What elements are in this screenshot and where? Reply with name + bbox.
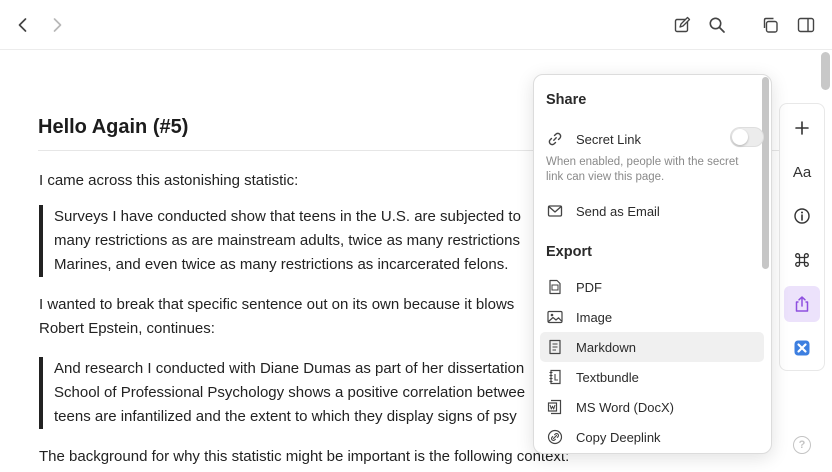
markdown-file-icon [546,338,564,356]
secret-link-description: When enabled, people with the secret lin… [546,156,739,183]
export-heading: Export [546,244,592,260]
paragraph: I came across this astonishing statistic… [39,172,299,189]
command-button[interactable] [784,242,820,278]
toggle-sidebar-button[interactable] [793,12,819,38]
popover-scrollbar[interactable] [762,77,769,269]
export-textbundle-label: Textbundle [576,369,639,385]
paragraph: The background for why this statistic mi… [39,448,570,465]
export-markdown-item[interactable]: Markdown [540,332,764,362]
blockquote-line: Marines, and even twice as many restrict… [54,256,509,273]
add-button[interactable] [784,110,820,146]
word-file-icon [546,398,564,416]
app-badge-icon [794,340,810,356]
secret-link-label: Secret Link [576,131,642,147]
pdf-file-icon [546,278,564,296]
back-button[interactable] [10,12,36,38]
export-image-item[interactable]: Image [540,302,764,332]
top-toolbar [0,0,832,50]
blockquote-line: teens are infantilized and the extent to… [54,408,517,425]
export-image-label: Image [576,309,613,325]
toggle-knob [732,129,748,145]
blockquote: And research I conducted with Diane Duma… [39,357,525,429]
search-icon [709,17,725,33]
chevron-left-icon [18,18,27,32]
search-button[interactable] [704,12,730,38]
share-icon [795,296,809,312]
export-docx-label: MS Word (DocX) [576,399,674,415]
blockquote-line: School of Professional Psychology shows … [54,384,526,401]
blockquote-line: Surveys I have conducted show that teens… [54,208,521,225]
blockquote-line: many restrictions as are mainstream adul… [54,232,520,249]
link-icon [546,130,564,148]
forward-button[interactable] [44,12,70,38]
export-markdown-label: Markdown [576,339,636,355]
plus-icon [795,121,809,135]
typography-button[interactable]: Aa [784,154,820,190]
copy-deeplink-label: Copy Deeplink [576,429,661,445]
mail-icon [546,202,564,220]
command-icon [795,253,809,267]
duplicate-window-button[interactable] [757,12,783,38]
send-as-email-item[interactable]: Send as Email [540,196,764,226]
help-button[interactable]: ? [793,436,811,454]
blockquote: Surveys I have conducted show that teens… [39,205,521,277]
copy-deeplink-item[interactable]: Copy Deeplink [540,422,764,452]
chevron-right-icon [53,18,62,32]
link-icon [546,428,564,446]
editor-scrollbar[interactable] [821,52,830,90]
side-actions-panel: Aa [779,103,825,371]
paragraph-line: Robert Epstein, continues: [39,320,215,337]
export-pdf-item[interactable]: PDF [540,272,764,302]
textbundle-icon [546,368,564,386]
blockquote-line: And research I conducted with Diane Duma… [54,360,525,377]
share-popover: Share Secret Link When enabled, people w… [533,74,772,454]
note-title: Hello Again (#5) [38,116,189,138]
info-icon [794,208,810,224]
export-textbundle-item[interactable]: Textbundle [540,362,764,392]
paragraph-line: I wanted to break that specific sentence… [39,296,515,313]
export-pdf-label: PDF [576,279,602,295]
copy-windows-icon [763,17,778,33]
compose-icon [674,16,691,33]
export-docx-item[interactable]: MS Word (DocX) [540,392,764,422]
send-as-email-label: Send as Email [576,203,660,219]
secret-link-toggle[interactable] [730,127,764,147]
font-icon: Aa [792,163,812,181]
share-heading: Share [546,92,587,108]
new-note-button[interactable] [669,12,695,38]
info-button[interactable] [784,198,820,234]
app-extension-button[interactable] [784,330,820,366]
sidebar-icon [797,17,815,33]
image-icon [546,308,564,326]
share-button[interactable] [784,286,820,322]
